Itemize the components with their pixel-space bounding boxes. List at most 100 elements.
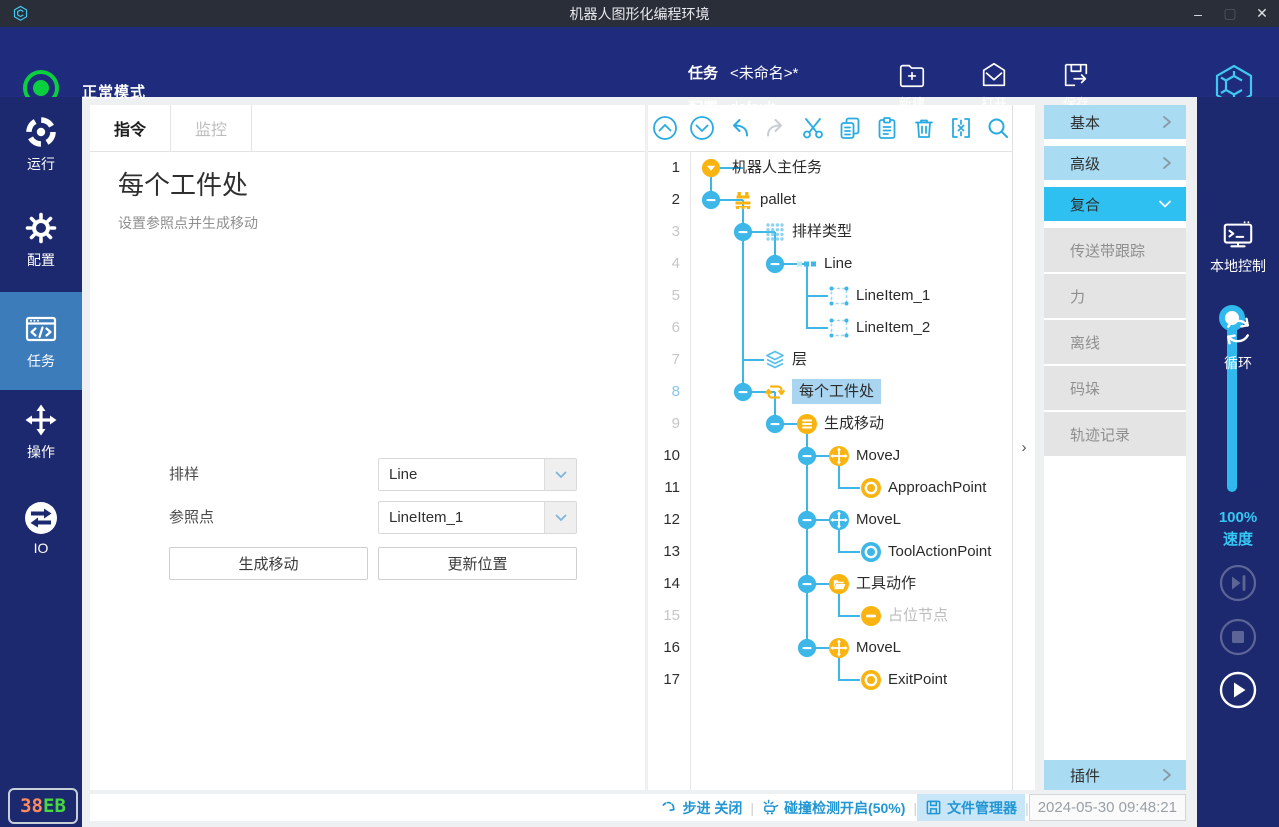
collapse-toggle[interactable] bbox=[797, 446, 817, 466]
tree-connector bbox=[838, 472, 840, 488]
tree-node-label[interactable]: 机器人主任务 bbox=[732, 152, 822, 184]
file-manager-button[interactable]: 文件管理器 bbox=[917, 794, 1025, 821]
maximize-button[interactable]: ▢ bbox=[1223, 5, 1237, 22]
tree-row[interactable]: 14工具动作 bbox=[648, 568, 1012, 600]
plugin-label: 插件 bbox=[1070, 765, 1100, 786]
sidebar-item-io[interactable]: IO bbox=[0, 492, 82, 564]
line-number: 11 bbox=[648, 472, 680, 504]
collapse-toggle[interactable] bbox=[797, 638, 817, 658]
tree-connector bbox=[742, 280, 744, 312]
move-top-icon[interactable] bbox=[652, 115, 678, 141]
tree-row[interactable]: 9生成移动 bbox=[648, 408, 1012, 440]
collapse-toggle[interactable] bbox=[733, 222, 753, 242]
tree-node-label[interactable]: 占位节点 bbox=[888, 600, 948, 632]
plugin-section[interactable]: 插件 bbox=[1044, 760, 1186, 790]
page-subtitle: 设置参照点并生成移动 bbox=[118, 213, 258, 233]
tab-monitor[interactable]: 监控 bbox=[171, 105, 252, 151]
update-position-button[interactable]: 更新位置 bbox=[378, 547, 577, 580]
tree-row[interactable]: 17ExitPoint bbox=[648, 664, 1012, 696]
tab-instruction[interactable]: 指令 bbox=[90, 105, 171, 151]
panel-tabs: 指令 监控 bbox=[90, 105, 645, 152]
tree-node-label[interactable]: LineItem_2 bbox=[856, 312, 930, 344]
reference-select[interactable]: LineItem_1 bbox=[378, 501, 577, 534]
speed-value: 100% bbox=[1197, 509, 1279, 526]
tree-row[interactable]: 2pallet bbox=[648, 184, 1012, 216]
tree-row[interactable]: 15占位节点 bbox=[648, 600, 1012, 632]
insert-icon[interactable] bbox=[948, 115, 974, 141]
palette-item[interactable]: 传送带跟踪 bbox=[1044, 228, 1186, 274]
collapse-toggle[interactable] bbox=[797, 510, 817, 530]
sidebar-item-loop[interactable]: 循环 bbox=[1197, 305, 1279, 381]
reference-label: 参照点 bbox=[169, 501, 214, 534]
tree-node-label[interactable]: Line bbox=[824, 248, 852, 280]
tree-row[interactable]: 16MoveL bbox=[648, 632, 1012, 664]
minimize-button[interactable]: – bbox=[1191, 6, 1205, 22]
category-basic[interactable]: 基本 bbox=[1044, 105, 1186, 139]
tree-connector bbox=[806, 472, 808, 504]
tree-node-label[interactable]: MoveJ bbox=[856, 440, 900, 472]
tree-row[interactable]: 3排样类型 bbox=[648, 216, 1012, 248]
tree-node-label[interactable]: pallet bbox=[760, 184, 796, 216]
tree-row[interactable]: 5 LineItem_1 bbox=[648, 280, 1012, 312]
tree-row[interactable]: 10MoveJ bbox=[648, 440, 1012, 472]
close-button[interactable]: ✕ bbox=[1255, 5, 1269, 22]
pattern-select[interactable]: Line bbox=[378, 458, 577, 491]
palette-collapse-handle[interactable]: › bbox=[1012, 105, 1035, 790]
palette-item[interactable]: 力 bbox=[1044, 274, 1186, 320]
tree-connector bbox=[742, 312, 744, 344]
play-button[interactable] bbox=[1218, 670, 1258, 710]
tree-node-label[interactable]: LineItem_1 bbox=[856, 280, 930, 312]
collision-status[interactable]: 碰撞检测开启(50%) bbox=[754, 794, 913, 821]
sidebar-item-task[interactable]: 任务 bbox=[0, 292, 82, 390]
tree-node-label[interactable]: ExitPoint bbox=[888, 664, 947, 696]
step-mode-status[interactable]: 步进 关闭 bbox=[653, 794, 751, 821]
collapse-toggle[interactable] bbox=[701, 190, 721, 210]
tree-row[interactable]: 12MoveL bbox=[648, 504, 1012, 536]
collision-icon bbox=[762, 799, 779, 816]
category-composite[interactable]: 复合 bbox=[1044, 187, 1186, 221]
palette-item[interactable]: 码垛 bbox=[1044, 366, 1186, 412]
tree-node-label[interactable]: 排样类型 bbox=[792, 216, 852, 248]
tree-node-label[interactable]: 生成移动 bbox=[824, 408, 884, 440]
tree-row[interactable]: 11 ApproachPoint bbox=[648, 472, 1012, 504]
sidebar-item-config[interactable]: 配置 bbox=[0, 204, 82, 276]
sidebar-item-run-label: 运行 bbox=[27, 154, 55, 174]
collapse-toggle[interactable] bbox=[733, 382, 753, 402]
tree-row[interactable]: 8每个工件处 bbox=[648, 376, 1012, 408]
tree-node-label[interactable]: ApproachPoint bbox=[888, 472, 986, 504]
cut-icon[interactable] bbox=[800, 115, 826, 141]
task-icon bbox=[23, 311, 59, 347]
sidebar-item-local-control[interactable]: 本地控制 bbox=[1197, 209, 1279, 285]
copy-icon[interactable] bbox=[837, 115, 863, 141]
palette-item[interactable]: 轨迹记录 bbox=[1044, 412, 1186, 458]
tree-row[interactable]: 4Line bbox=[648, 248, 1012, 280]
tree-node-label[interactable]: 每个工件处 bbox=[792, 376, 881, 408]
tree-row[interactable]: 1机器人主任务 bbox=[648, 152, 1012, 184]
new-folder-icon bbox=[897, 60, 927, 90]
open-file-icon bbox=[979, 60, 1009, 90]
tree-node-label[interactable]: ToolActionPoint bbox=[888, 536, 991, 568]
collapse-toggle[interactable] bbox=[765, 254, 785, 274]
redo-icon[interactable] bbox=[763, 115, 789, 141]
tree-node-label[interactable]: 层 bbox=[792, 344, 807, 376]
undo-icon[interactable] bbox=[726, 115, 752, 141]
tree-row[interactable]: 13ToolActionPoint bbox=[648, 536, 1012, 568]
tree-row[interactable]: 7层 bbox=[648, 344, 1012, 376]
sidebar-item-run[interactable]: 运行 bbox=[0, 108, 82, 180]
paste-icon[interactable] bbox=[874, 115, 900, 141]
collapse-toggle[interactable] bbox=[765, 414, 785, 434]
collapse-toggle[interactable] bbox=[797, 574, 817, 594]
move-bottom-icon[interactable] bbox=[689, 115, 715, 141]
palette-item[interactable]: 离线 bbox=[1044, 320, 1186, 366]
sidebar-item-operate[interactable]: 操作 bbox=[0, 396, 82, 468]
tree-node-label[interactable]: 工具动作 bbox=[856, 568, 916, 600]
delete-icon[interactable] bbox=[911, 115, 937, 141]
root-node-icon[interactable] bbox=[701, 158, 721, 178]
category-advanced[interactable]: 高级 bbox=[1044, 146, 1186, 180]
tree-row[interactable]: 6LineItem_2 bbox=[648, 312, 1012, 344]
generate-move-button[interactable]: 生成移动 bbox=[169, 547, 368, 580]
tree-node-label[interactable]: MoveL bbox=[856, 632, 901, 664]
tree-node-label[interactable]: MoveL bbox=[856, 504, 901, 536]
search-icon[interactable] bbox=[985, 115, 1011, 141]
line-number: 5 bbox=[648, 280, 680, 312]
